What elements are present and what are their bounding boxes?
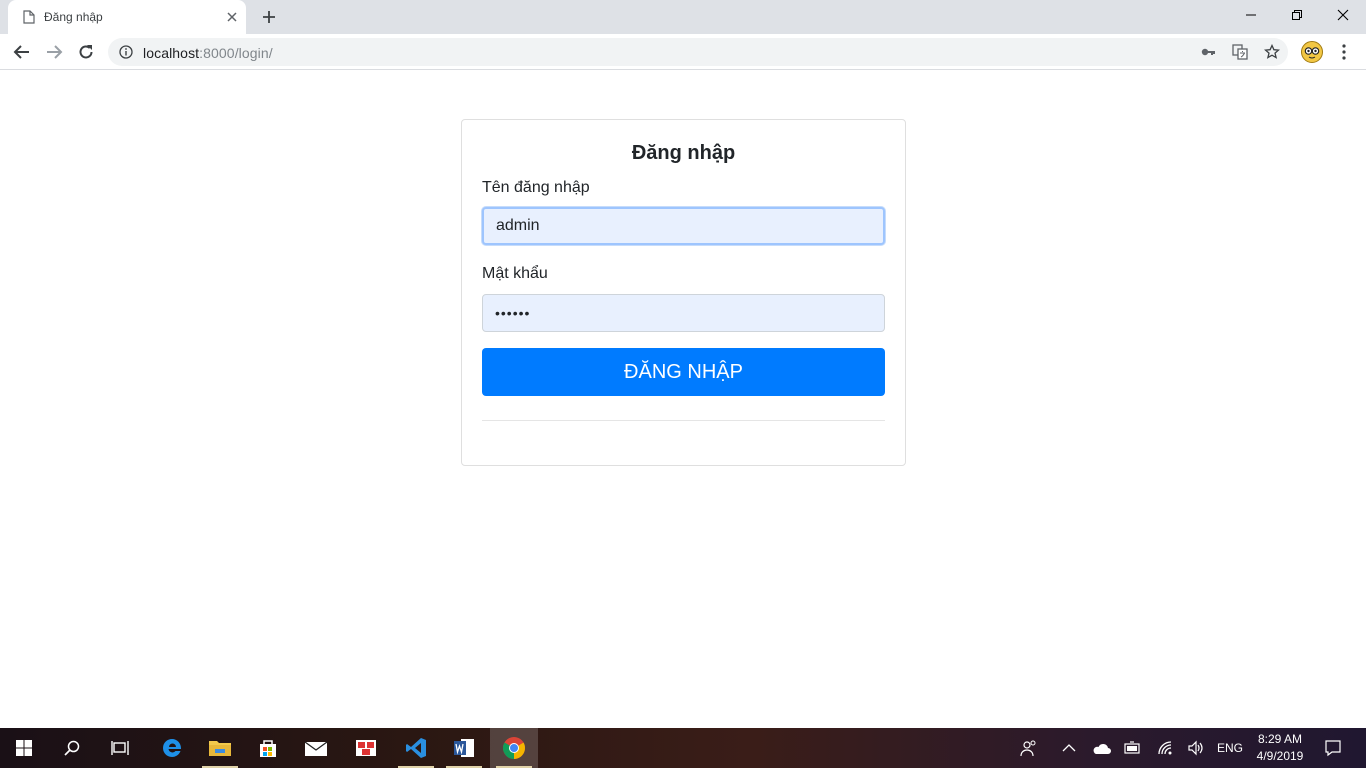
search-button[interactable] (48, 728, 96, 768)
tab-strip: Đăng nhập (0, 0, 1366, 34)
task-view-icon (111, 741, 129, 755)
speaker-icon (1188, 740, 1203, 756)
more-menu-icon[interactable] (1337, 42, 1351, 62)
wifi-icon (1158, 741, 1172, 755)
page-icon (23, 10, 35, 24)
close-tab-icon[interactable] (224, 9, 240, 25)
chrome-icon (503, 737, 525, 759)
action-center-button[interactable] (1321, 728, 1345, 768)
clock-time: 8:29 AM (1257, 732, 1303, 746)
login-card: Đăng nhập Tên đăng nhập admin Mật khẩu •… (461, 119, 906, 466)
task-view-button[interactable] (96, 728, 144, 768)
vscode-app[interactable] (392, 728, 440, 768)
reload-button[interactable] (75, 41, 97, 63)
restore-button[interactable] (1274, 0, 1320, 30)
onedrive-button[interactable] (1089, 728, 1113, 768)
minimize-icon (1246, 14, 1256, 16)
username-input[interactable]: admin (482, 207, 885, 245)
edge-icon (163, 739, 182, 757)
username-label: Tên đăng nhập (482, 179, 590, 196)
new-tab-icon[interactable] (260, 8, 278, 26)
tab-title: Đăng nhập (44, 10, 103, 24)
photos-app[interactable] (342, 728, 390, 768)
notification-icon (1325, 740, 1341, 757)
input-language[interactable]: ENG (1214, 728, 1246, 768)
wifi-button[interactable] (1155, 728, 1177, 768)
avatar-glasses-icon (1304, 47, 1320, 59)
password-input[interactable]: •••••• (482, 294, 885, 332)
system-clock[interactable]: 8:29 AM 4/9/2019 (1250, 731, 1310, 765)
close-window-button[interactable] (1320, 0, 1366, 30)
edge-app[interactable] (148, 728, 196, 768)
translate-icon[interactable] (1232, 44, 1248, 60)
cloud-icon (1093, 743, 1111, 754)
people-button[interactable] (1016, 728, 1042, 768)
login-heading: Đăng nhập (631, 142, 736, 164)
clock-date: 4/9/2019 (1256, 749, 1304, 763)
arrow-left-icon (13, 45, 29, 59)
username-value: admin (496, 217, 540, 234)
store-icon (260, 740, 276, 757)
photos-icon (356, 740, 376, 756)
browser-toolbar: localhost:8000/login/ (0, 34, 1366, 70)
forward-button[interactable] (43, 41, 65, 63)
show-hidden-icons-button[interactable] (1058, 728, 1080, 768)
profile-avatar[interactable] (1301, 41, 1323, 63)
url-text: localhost:8000/login/ (143, 45, 273, 61)
battery-button[interactable] (1122, 728, 1144, 768)
chrome-app[interactable] (490, 728, 538, 768)
password-label: Mật khẩu (482, 265, 548, 282)
divider (482, 420, 885, 421)
mail-icon (304, 741, 328, 756)
arrow-right-icon (47, 45, 63, 59)
file-explorer-app[interactable] (196, 728, 244, 768)
minimize-button[interactable] (1228, 0, 1274, 30)
store-app[interactable] (244, 728, 292, 768)
start-button[interactable] (0, 728, 48, 768)
search-icon (64, 740, 80, 756)
back-button[interactable] (11, 41, 33, 63)
url-host: localhost (143, 45, 200, 61)
browser-tab[interactable]: Đăng nhập (8, 0, 246, 34)
vscode-icon (406, 738, 426, 758)
address-bar[interactable]: localhost:8000/login/ (108, 38, 1288, 66)
word-icon (454, 739, 474, 757)
volume-button[interactable] (1185, 728, 1207, 768)
word-app[interactable] (440, 728, 488, 768)
restore-icon (1292, 10, 1302, 20)
windows-taskbar: ENG 8:29 AM 4/9/2019 (0, 728, 1366, 768)
windows-logo-icon (16, 740, 32, 756)
file-explorer-icon (209, 741, 231, 756)
login-submit-button[interactable]: ĐĂNG NHẬP (482, 348, 885, 396)
battery-icon (1124, 741, 1140, 754)
people-icon (1020, 740, 1036, 757)
bookmark-star-icon[interactable] (1264, 44, 1280, 60)
reload-icon (79, 45, 93, 59)
key-icon[interactable] (1200, 44, 1216, 60)
close-icon (1337, 9, 1349, 21)
mail-app[interactable] (292, 728, 340, 768)
chevron-up-icon (1062, 744, 1076, 752)
info-icon[interactable] (119, 45, 133, 59)
url-path: :8000/login/ (199, 45, 273, 61)
password-value: •••••• (495, 305, 531, 321)
